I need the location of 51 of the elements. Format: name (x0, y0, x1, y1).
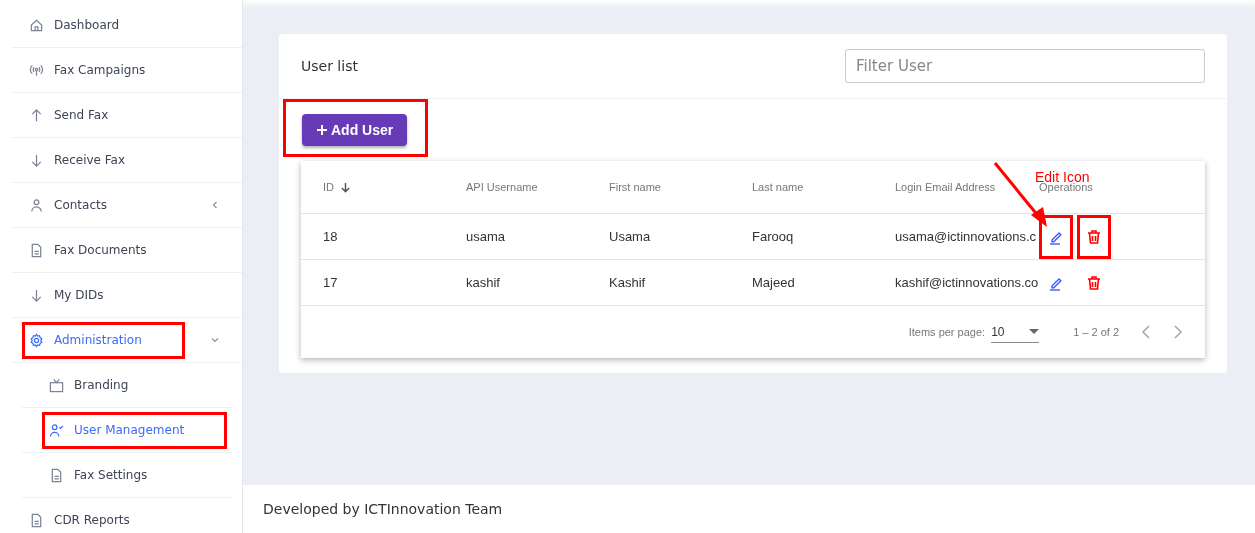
person-icon (29, 197, 44, 213)
doc-icon (49, 467, 64, 483)
table-cell: 18 (323, 229, 338, 244)
card-title: User list (301, 58, 358, 74)
table-cell: Usama (609, 229, 651, 244)
column-header[interactable]: ID (323, 181, 334, 193)
add-user-button[interactable]: Add User (302, 114, 408, 146)
sidebar-subitem[interactable]: Fax Settings (22, 453, 232, 498)
sidebar-subitem[interactable]: Branding (22, 363, 232, 408)
previous-page-icon[interactable] (1141, 325, 1151, 339)
doc-icon (29, 512, 44, 528)
home-icon (29, 17, 44, 33)
plus-icon (316, 124, 328, 136)
page-size-select[interactable]: 10 (991, 321, 1040, 343)
table-cell: Farooq (752, 229, 794, 244)
signal-icon (29, 62, 44, 78)
down-icon (29, 287, 44, 303)
table-cell: 17 (323, 275, 338, 290)
table-cell: kashif (466, 275, 500, 290)
column-header[interactable]: API Username (466, 181, 538, 193)
next-page-icon[interactable] (1173, 325, 1183, 339)
column-header[interactable]: Last name (752, 181, 804, 193)
filter-field[interactable]: Filter User (845, 49, 1205, 83)
down-icon (29, 152, 44, 168)
table-cell: usama@ictinnovations.c (895, 229, 1037, 244)
gear-icon (29, 332, 44, 348)
sidebar-item[interactable]: Fax Campaigns (12, 48, 242, 93)
page-range: 1 – 2 of 2 (1073, 326, 1119, 338)
sidebar-item[interactable]: Fax Documents (12, 228, 242, 273)
personcheck-icon (49, 422, 64, 438)
items-per-page-label: Items per page: (908, 326, 986, 338)
delete-icon[interactable] (1086, 228, 1102, 245)
dropdown-caret-icon (1029, 328, 1040, 335)
sidebar-item[interactable]: CDR Reports (12, 498, 242, 533)
column-header[interactable]: Login Email Address (895, 181, 996, 193)
up-icon (29, 107, 44, 123)
column-header[interactable]: First name (609, 181, 661, 193)
tv-icon (49, 377, 64, 393)
sidebar-item[interactable]: Dashboard (12, 3, 242, 48)
sidebar-item[interactable]: Contacts (12, 183, 242, 228)
table-cell: Majeed (752, 275, 795, 290)
sidebar-item[interactable]: Receive Fax (12, 138, 242, 183)
delete-icon[interactable] (1086, 274, 1102, 291)
doc-icon (29, 242, 44, 258)
sort-down-icon (340, 181, 351, 193)
table-cell: kashif@ictinnovations.co (895, 275, 1039, 290)
table-cell: usama (466, 229, 506, 244)
footer-text: Developed by ICTInnovation Team (263, 501, 503, 517)
sidebar-item[interactable]: Send Fax (12, 93, 242, 138)
sidebar-item[interactable]: My DIDs (12, 273, 242, 318)
table-cell: Kashif (609, 275, 646, 290)
